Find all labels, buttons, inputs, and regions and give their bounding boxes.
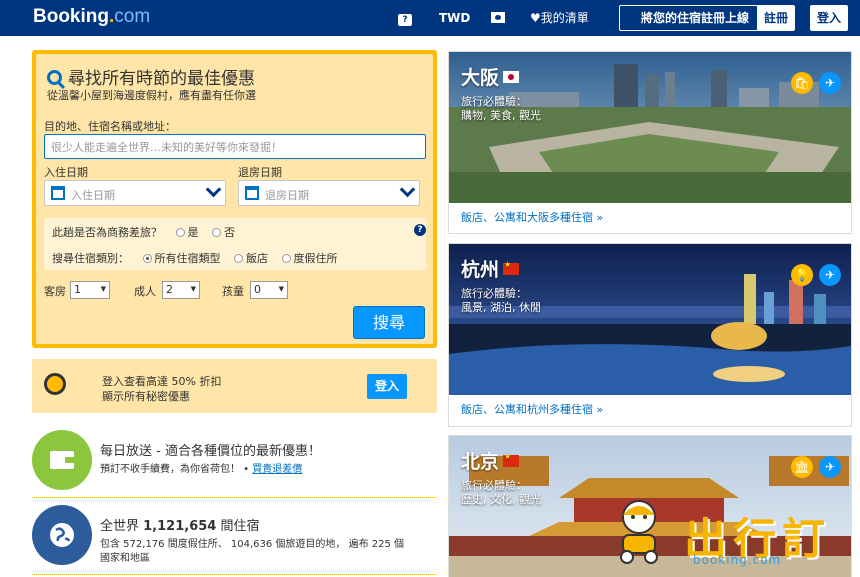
section-divider: [32, 574, 437, 575]
register-button[interactable]: 註冊: [757, 5, 795, 31]
destination-input[interactable]: 很少人能走遍全世界…未知的美好等你來發掘！: [44, 134, 426, 159]
adults-label: 成人: [134, 285, 156, 298]
worldwide-desc-1: 包含 572,176 間度假住所、 104,636 個旅遊目的地， 遍布 225…: [100, 539, 405, 550]
chevron-down-icon: [399, 181, 416, 198]
city-experiences: 旅行必體驗： 風景, 湖泊, 休閒: [461, 287, 541, 314]
language-flag-icon: [491, 12, 505, 23]
rooms-select[interactable]: 1: [70, 281, 110, 299]
checkout-placeholder: 退房日期: [265, 189, 309, 202]
login-button[interactable]: 登入: [810, 5, 848, 31]
checkout-label: 退房日期: [238, 166, 282, 179]
coin-icon: [44, 373, 66, 395]
china-flag-icon: [503, 260, 520, 275]
language-selector[interactable]: [491, 0, 505, 36]
adults-select[interactable]: 2: [162, 281, 200, 299]
landmark-icon: 🏛: [791, 456, 813, 478]
city-link[interactable]: 飯店、公寓和大阪多種住宿 »: [461, 209, 603, 225]
promo-login-button[interactable]: 登入: [367, 374, 407, 399]
daily-deals-title: 每日放送 - 適合各種價位的最新優惠！: [100, 444, 321, 459]
worldwide-title: 全世界 1,121,654 間住宿: [100, 519, 260, 534]
shopping-icon: 🛍: [791, 72, 813, 94]
help-icon: ?: [398, 14, 412, 26]
booking-logo[interactable]: Booking.com: [33, 6, 150, 28]
list-property-button[interactable]: 將您的住宿註冊上線: [619, 5, 771, 31]
type-all-radio[interactable]: [142, 254, 152, 263]
calendar-icon: [245, 186, 259, 200]
worldwide-section: 全世界 1,121,654 間住宿 包含 572,176 間度假住所、 104,…: [32, 505, 437, 565]
property-type-label: 搜尋住宿類別：: [52, 252, 129, 265]
type-hotel-label: 飯店: [246, 252, 268, 265]
children-label: 孩童: [222, 285, 244, 298]
search-panel: 尋找所有時節的最佳優惠 從溫馨小屋到海邊度假村，應有盡有任你選 目的地、住宿名稱…: [32, 50, 437, 348]
city-name: 杭州: [461, 255, 520, 282]
currency-selector[interactable]: TWD: [439, 0, 470, 36]
business-trip-row: 此趟是否為商務差旅？ 是 否: [52, 224, 235, 240]
city-experiences: 旅行必體驗： 購物, 美食, 觀光: [461, 95, 541, 122]
business-no-label: 否: [224, 226, 235, 239]
daily-deals-desc: 預訂不收手續費，為你省荷包！ • 買貴退差價: [100, 464, 303, 475]
type-all-label: 所有住宿類型: [154, 252, 221, 265]
section-divider: [32, 497, 437, 498]
business-trip-question: 此趟是否為商務差旅？: [52, 226, 162, 239]
type-resort-radio[interactable]: [281, 254, 291, 263]
search-button[interactable]: 搜尋: [353, 306, 425, 339]
mascot-watermark: [620, 500, 658, 564]
options-box: 此趟是否為商務差旅？ 是 否 ? 搜尋住宿類別： 所有住宿類型 飯店 度假住所: [44, 218, 426, 270]
business-yes-radio[interactable]: [175, 228, 185, 237]
worldwide-desc-2: 國家和地區: [100, 553, 150, 564]
heart-icon: ♥: [530, 11, 541, 25]
business-yes-label: 是: [187, 226, 199, 239]
china-flag-icon: [503, 452, 520, 467]
wishlist-link[interactable]: ♥我的清單: [530, 0, 589, 36]
flight-icon: ✈: [819, 456, 841, 478]
city-name: 北京: [461, 447, 520, 474]
business-no-radio[interactable]: [212, 228, 221, 237]
promo-line1: 登入查看高達 50% 折扣: [102, 375, 222, 388]
search-panel-inner: 尋找所有時節的最佳優惠 從溫馨小屋到海邊度假村，應有盡有任你選 目的地、住宿名稱…: [36, 54, 433, 344]
city-name: 大阪: [461, 63, 520, 90]
wishlist-label: 我的清單: [540, 11, 589, 25]
search-icon: [47, 70, 62, 85]
promo-line2: 顯示所有秘密優惠: [102, 390, 190, 403]
checkin-label: 入住日期: [44, 166, 88, 179]
children-select[interactable]: 0: [250, 281, 288, 299]
daily-deals-section: 每日放送 - 適合各種價位的最新優惠！ 預訂不收手續費，為你省荷包！ • 買貴退…: [32, 430, 437, 490]
checkout-input[interactable]: 退房日期: [238, 180, 420, 206]
city-link[interactable]: 飯店、公寓和杭州多種住宿 »: [461, 401, 603, 417]
checkin-input[interactable]: 入住日期: [44, 180, 226, 206]
search-subtitle: 從溫馨小屋到海邊度假村，應有盡有任你選: [47, 89, 256, 102]
chevron-down-icon: [205, 181, 222, 198]
flight-icon: ✈: [819, 72, 841, 94]
globe-icon: [32, 505, 92, 565]
japan-flag-icon: [503, 71, 520, 83]
help-button[interactable]: ?: [398, 0, 420, 36]
idea-icon: 💡: [791, 264, 813, 286]
wallet-icon: [32, 430, 92, 490]
city-card-hangzhou[interactable]: 杭州 旅行必體驗：風景, 湖泊, 休閒 💡 ✈ 飯店、公寓和杭州多種住宿 »: [448, 243, 852, 427]
city-experiences: 旅行必體驗： 歷史, 文化, 觀光: [461, 479, 541, 506]
search-title: 尋找所有時節的最佳優惠: [47, 64, 255, 89]
help-icon[interactable]: ?: [414, 224, 426, 236]
top-header: Booking.com ? TWD ♥我的清單 將您的住宿註冊上線 註冊 登入: [0, 0, 860, 36]
calendar-icon: [51, 186, 65, 200]
rooms-label: 客房: [44, 285, 66, 298]
checkin-placeholder: 入住日期: [71, 189, 115, 202]
login-promo: 登入查看高達 50% 折扣 顯示所有秘密優惠 登入: [32, 359, 437, 413]
property-type-row: 搜尋住宿類別： 所有住宿類型 飯店 度假住所: [52, 250, 338, 266]
watermark-url: booking.com: [693, 553, 782, 567]
city-card-osaka[interactable]: 大阪 旅行必體驗： 購物, 美食, 觀光 🛍 ✈ 飯店、公寓和大阪多種住宿 »: [448, 51, 852, 234]
destination-label: 目的地、住宿名稱或地址：: [44, 120, 176, 133]
price-match-link[interactable]: 買貴退差價: [252, 464, 302, 475]
type-resort-label: 度假住所: [293, 252, 338, 265]
flight-icon: ✈: [819, 264, 841, 286]
type-hotel-radio[interactable]: [234, 254, 243, 263]
